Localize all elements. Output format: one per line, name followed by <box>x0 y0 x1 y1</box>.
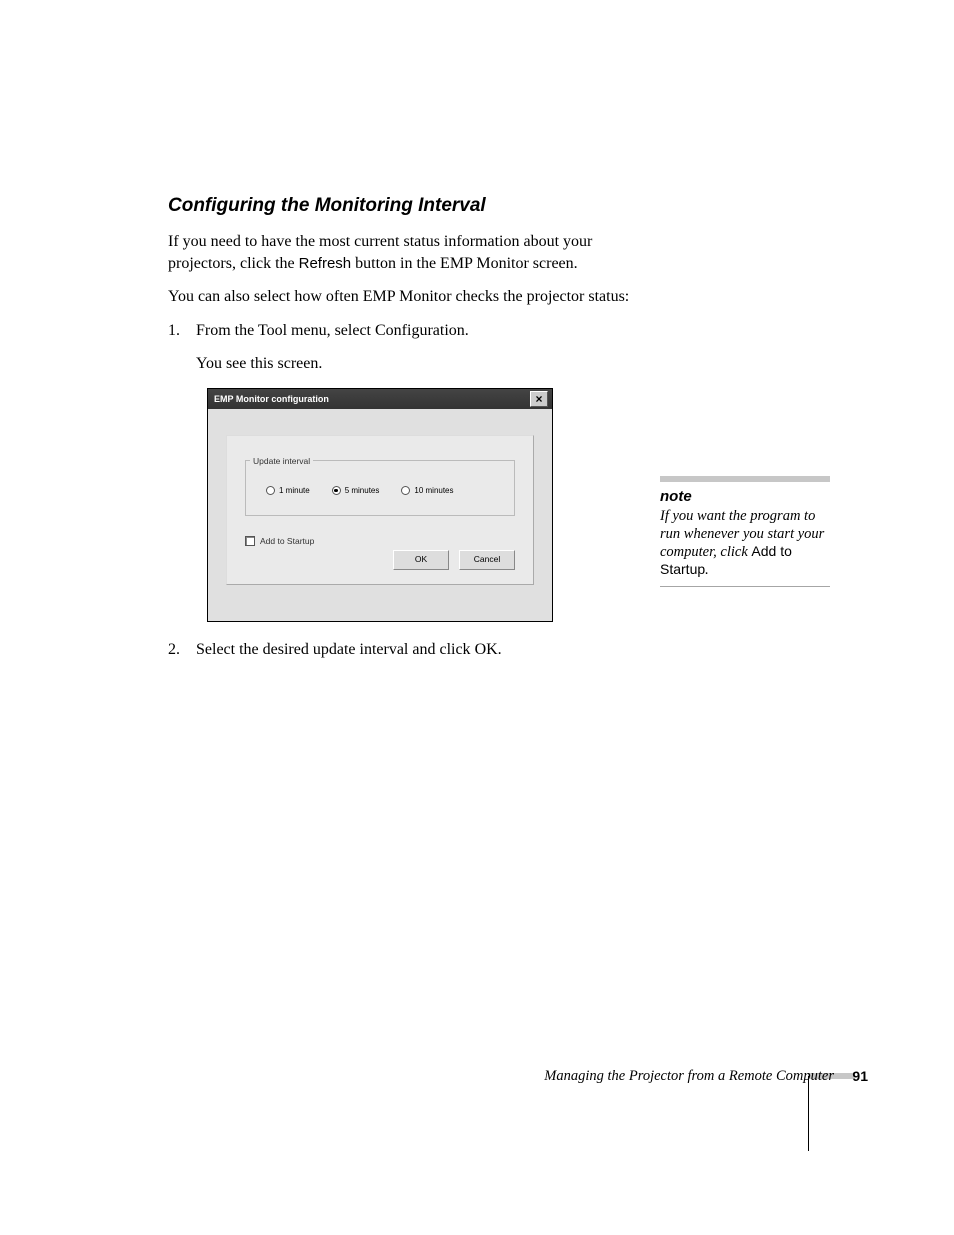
radio-5-minutes[interactable]: 5 minutes <box>332 486 380 495</box>
note-body-after: . <box>705 562 709 578</box>
step-list: 1. From the Tool menu, select Configurat… <box>168 320 638 375</box>
step-1-number: 1. <box>168 320 180 342</box>
paragraph-2: You can also select how often EMP Monito… <box>168 286 638 308</box>
close-icon[interactable]: × <box>530 391 548 407</box>
step-1-text-before: From the Tool menu, select <box>196 322 375 339</box>
intro-text-after: button in the EMP Monitor screen. <box>351 255 578 272</box>
note-bottom-rule <box>660 586 830 587</box>
step-2-text-before: Select the desired update interval and c… <box>196 641 475 658</box>
intro-paragraph: If you need to have the most current sta… <box>168 231 638 274</box>
update-interval-group: Update interval 1 minute 5 minutes <box>245 456 515 516</box>
dialog-body: Update interval 1 minute 5 minutes <box>208 409 552 621</box>
step-2-number: 2. <box>168 639 180 661</box>
dialog-title: EMP Monitor configuration <box>214 394 329 404</box>
dialog-titlebar: EMP Monitor configuration × <box>208 389 552 409</box>
dialog-button-row: OK Cancel <box>393 550 515 570</box>
radio-1-label: 1 minute <box>279 486 310 495</box>
radio-icon <box>266 486 275 495</box>
note-top-rule <box>660 476 830 482</box>
radio-icon <box>401 486 410 495</box>
checkbox-icon <box>245 536 255 546</box>
cancel-button[interactable]: Cancel <box>459 550 515 570</box>
radio-2-label: 5 minutes <box>345 486 380 495</box>
radio-row: 1 minute 5 minutes 10 minutes <box>250 486 510 495</box>
group-legend: Update interval <box>250 456 313 466</box>
dialog-inner-panel: Update interval 1 minute 5 minutes <box>226 435 534 585</box>
note-heading: note <box>660 488 830 505</box>
ok-label-inline: OK <box>475 641 498 658</box>
page: Configuring the Monitoring Interval If y… <box>0 0 954 1235</box>
ok-button[interactable]: OK <box>393 550 449 570</box>
radio-10-minutes[interactable]: 10 minutes <box>401 486 453 495</box>
note-body-before: If you want the program to run whenever … <box>660 508 824 560</box>
main-column: Configuring the Monitoring Interval If y… <box>168 195 638 675</box>
note-sidebar: note If you want the program to run when… <box>660 476 830 587</box>
section-heading: Configuring the Monitoring Interval <box>168 195 638 217</box>
page-number: 91 <box>852 1068 868 1084</box>
step-1-sub: You see this screen. <box>196 353 638 375</box>
radio-3-label: 10 minutes <box>414 486 453 495</box>
footer-chapter-title: Managing the Projector from a Remote Com… <box>544 1068 834 1085</box>
step-2: 2. Select the desired update interval an… <box>168 639 638 661</box>
checkbox-label: Add to Startup <box>260 536 314 546</box>
note-body: If you want the program to run whenever … <box>660 507 830 580</box>
radio-1-minute[interactable]: 1 minute <box>266 486 310 495</box>
footer-vertical-rule <box>808 1076 809 1151</box>
configuration-label: Configuration <box>375 322 465 339</box>
step-2-text-after: . <box>498 641 502 658</box>
add-to-startup-row[interactable]: Add to Startup <box>245 536 515 546</box>
footer-thick-rule <box>808 1073 854 1079</box>
dialog-screenshot: EMP Monitor configuration × Update inter… <box>208 389 552 621</box>
step-list-2: 2. Select the desired update interval an… <box>168 639 638 661</box>
step-1: 1. From the Tool menu, select Configurat… <box>168 320 638 375</box>
refresh-label: Refresh <box>299 255 352 272</box>
step-1-text-after: . <box>465 322 469 339</box>
radio-icon-selected <box>332 486 341 495</box>
